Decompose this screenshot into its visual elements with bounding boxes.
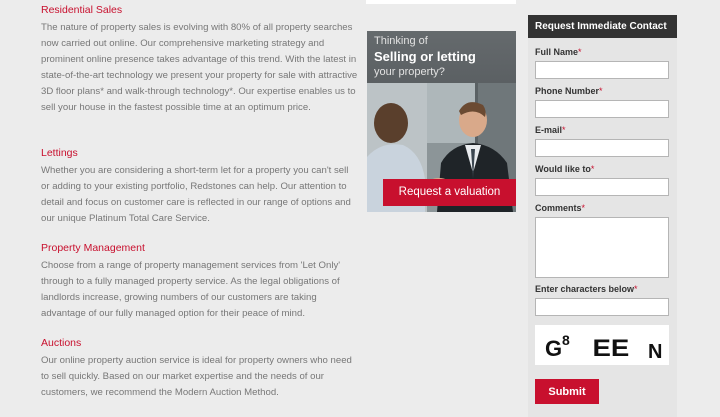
would-like-label: Would like to* [535,164,594,174]
promo-line-2: Selling or letting [374,49,476,64]
email-label-text: E-mail [535,125,563,135]
captcha-label-text: Enter characters below [535,284,635,294]
contact-form: Request Immediate Contact Full Name* Pho… [528,15,677,417]
full-name-input[interactable] [535,61,669,79]
section-residential-sales: Residential Sales The nature of property… [41,4,359,116]
captcha-label: Enter characters below* [535,284,638,294]
form-title: Request Immediate Contact [528,15,677,38]
required-mark: * [590,164,595,174]
section-body: Choose from a range of property manageme… [41,260,341,319]
svg-text:EE: EE [593,336,630,362]
request-valuation-button[interactable]: Request a valuation [383,179,516,206]
section-auctions: Auctions Our online property auction ser… [41,337,359,401]
section-title: Auctions [41,337,82,349]
section-property-management: Property Management Choose from a range … [41,242,359,322]
required-mark: * [578,47,582,57]
section-body: The nature of property sales is evolving… [41,22,358,113]
section-title: Residential Sales [41,4,123,16]
required-mark: * [599,86,603,96]
section-body: Whether you are considering a short-term… [41,165,351,224]
section-body: Our online property auction service is i… [41,355,352,398]
required-mark: * [562,125,566,135]
full-name-label: Full Name* [535,47,582,57]
would-like-label-text: Would like to [535,164,591,174]
svg-text:8: 8 [562,332,570,348]
required-mark: * [634,284,638,294]
promo-heading: Thinking of Selling or letting your prop… [367,31,516,83]
section-title: Property Management [41,242,145,254]
email-label: E-mail* [535,125,566,135]
svg-text:G: G [545,336,562,361]
comments-label-text: Comments [535,203,582,213]
top-strip [366,0,516,4]
would-like-input[interactable] [535,178,669,196]
captcha-image: G 8 EE N [535,325,669,365]
comments-textarea[interactable] [535,217,669,278]
svg-text:N: N [648,341,662,363]
valuation-promo-banner[interactable]: Thinking of Selling or letting your prop… [367,31,516,212]
phone-label-text: Phone Number [535,86,600,96]
submit-button[interactable]: Submit [535,379,599,404]
section-title: Lettings [41,147,78,159]
phone-label: Phone Number* [535,86,603,96]
captcha-input[interactable] [535,298,669,316]
page: Residential Sales The nature of property… [0,0,720,417]
required-mark: * [581,203,586,213]
section-lettings: Lettings Whether you are considering a s… [41,147,359,227]
full-name-label-text: Full Name [535,47,579,57]
phone-input[interactable] [535,100,669,118]
promo-line-1: Thinking of [374,35,428,47]
promo-line-3: your property? [374,66,445,78]
email-input[interactable] [535,139,669,157]
comments-label: Comments* [535,203,585,213]
